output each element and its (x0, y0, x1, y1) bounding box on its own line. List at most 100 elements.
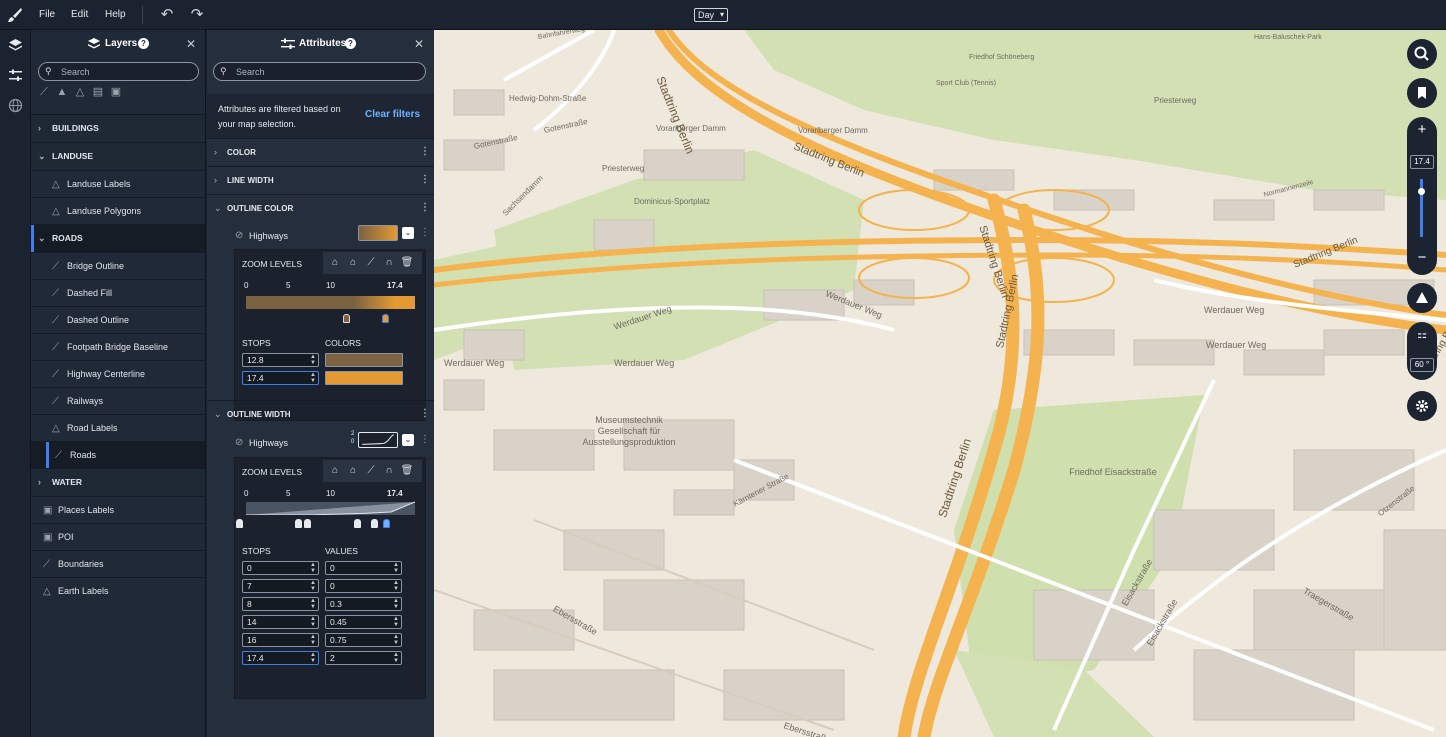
layer-item[interactable]: ⟋ Bridge Outline (31, 252, 205, 279)
stepper-icon[interactable]: ▲ ▼ (310, 372, 316, 384)
map-canvas[interactable]: Stadtring Berlin Stadtring Berlin Stadtrin… (434, 30, 1446, 737)
section-outline-width[interactable]: ⌄ OUTLINE WIDTH ⋮ (207, 400, 434, 428)
zoom-level-input[interactable]: 17.4 (1410, 155, 1434, 169)
zoom-in-button[interactable]: + (1407, 121, 1437, 138)
color-swatch[interactable] (325, 371, 403, 385)
globe-icon[interactable] (8, 98, 23, 113)
stop-input[interactable]: 0 ▲ ▼ (242, 561, 319, 575)
bookmark-button[interactable] (1407, 78, 1437, 108)
layer-item[interactable]: △ Landuse Polygons (31, 197, 205, 224)
stop-pin[interactable] (304, 519, 311, 528)
layer-item[interactable]: ⟋ Railways (31, 387, 205, 414)
kebab-menu-icon[interactable]: ⋮ (420, 174, 430, 185)
style-select[interactable]: Day ▾ (694, 8, 728, 22)
value-input[interactable]: 0.45 ▲ ▼ (325, 615, 402, 629)
step-linear-icon[interactable]: ⌂ (346, 256, 360, 270)
stop-pin-selected[interactable] (382, 314, 389, 323)
value-input[interactable]: 0 ▲ ▼ (325, 579, 402, 593)
width-curve-swatch[interactable] (358, 432, 398, 448)
pitch-icon[interactable]: ⚏ (1407, 328, 1437, 341)
color-ramp-track[interactable] (246, 296, 415, 309)
stop-pin[interactable] (236, 519, 243, 528)
layer-item[interactable]: △ Earth Labels (31, 577, 205, 604)
stop-pin[interactable] (295, 519, 302, 528)
linear-icon[interactable]: ⟋ (364, 256, 378, 270)
step-linear-icon[interactable]: ⌂ (346, 464, 360, 478)
stop-input[interactable]: 12.8 ▲ ▼ (242, 353, 319, 367)
building-icon[interactable]: ▤ (92, 86, 104, 98)
stop-input[interactable]: 7 ▲ ▼ (242, 579, 319, 593)
sliders-icon[interactable] (8, 68, 23, 83)
layer-item[interactable]: ▣ Places Labels (31, 496, 205, 523)
image-icon[interactable]: ▣ (110, 86, 122, 98)
section-line-width[interactable]: › LINE WIDTH ⋮ (207, 166, 434, 194)
stepper-icon[interactable]: ▲ ▼ (393, 616, 399, 628)
layer-item[interactable]: ▣ POI (31, 523, 205, 550)
color-swatch[interactable] (325, 353, 403, 367)
kebab-menu-icon[interactable]: ⋮ (420, 146, 430, 157)
stepper-icon[interactable]: ▲ ▼ (393, 634, 399, 646)
dropdown-toggle[interactable]: ⌄ (402, 227, 414, 239)
layer-item-selected[interactable]: ⟋ Roads (31, 441, 205, 468)
line-icon[interactable]: ⟋ (38, 86, 50, 98)
kebab-menu-icon[interactable]: ⋮ (420, 408, 430, 419)
layers-search-input[interactable]: ⚲ Search (38, 62, 199, 81)
close-icon[interactable]: ✕ (186, 37, 196, 51)
stepper-icon[interactable]: ▲ ▼ (393, 562, 399, 574)
stop-pin-selected[interactable] (383, 519, 390, 528)
trash-icon[interactable]: 🗑 (400, 464, 414, 478)
stepper-icon[interactable]: ▲ ▼ (310, 616, 316, 628)
width-ramp-track[interactable] (246, 500, 415, 515)
stepper-icon[interactable]: ▲ ▼ (393, 652, 399, 664)
section-color[interactable]: › COLOR ⋮ (207, 138, 434, 166)
map-search-button[interactable] (1407, 39, 1437, 69)
help-icon[interactable]: ? (345, 38, 356, 49)
redo-icon[interactable]: ↷ (188, 6, 206, 24)
menu-help[interactable]: Help (105, 9, 126, 20)
stop-input[interactable]: 14 ▲ ▼ (242, 615, 319, 629)
layer-item[interactable]: △ Road Labels (31, 414, 205, 441)
symbol-icon[interactable]: ▲ (56, 86, 68, 98)
close-icon[interactable]: ✕ (414, 37, 424, 51)
stop-input[interactable]: 17.4 ▲ ▼ (242, 371, 319, 385)
dropdown-toggle[interactable]: ⌄ (402, 434, 414, 446)
menu-file[interactable]: File (39, 9, 55, 20)
stepper-icon[interactable]: ▲ ▼ (310, 634, 316, 646)
brush-logo-icon[interactable] (7, 7, 23, 23)
step-icon[interactable]: ⌂ (328, 256, 342, 270)
layer-group-landuse[interactable]: ⌄ LANDUSE (31, 142, 205, 170)
value-input[interactable]: 0.75 ▲ ▼ (325, 633, 402, 647)
stop-input[interactable]: 17.4 ▲ ▼ (242, 651, 319, 665)
value-input[interactable]: 0.3 ▲ ▼ (325, 597, 402, 611)
layer-item[interactable]: ⟋ Dashed Fill (31, 279, 205, 306)
layer-group-roads[interactable]: ⌄ ROADS (31, 224, 205, 252)
stop-pin[interactable] (354, 519, 361, 528)
help-icon[interactable]: ? (138, 38, 149, 49)
stop-pin[interactable] (343, 314, 350, 323)
linear-icon[interactable]: ⟋ (364, 464, 378, 478)
exponential-icon[interactable]: ∩ (382, 464, 396, 478)
layer-item[interactable]: △ Landuse Labels (31, 170, 205, 197)
step-icon[interactable]: ⌂ (328, 464, 342, 478)
attributes-search-input[interactable]: ⚲ Search (213, 62, 426, 81)
layer-group-buildings[interactable]: › BUILDINGS (31, 114, 205, 142)
layer-item[interactable]: ⟋ Footpath Bridge Baseline (31, 333, 205, 360)
compass-button[interactable] (1407, 283, 1437, 313)
undo-icon[interactable]: ↶ (158, 6, 176, 24)
layer-item[interactable]: ⟋ Highway Centerline (31, 360, 205, 387)
stepper-icon[interactable]: ▲ ▼ (393, 598, 399, 610)
kebab-menu-icon[interactable]: ⋮ (420, 202, 430, 213)
stepper-icon[interactable]: ▲ ▼ (310, 652, 316, 664)
layer-group-water[interactable]: › WATER (31, 468, 205, 496)
menu-edit[interactable]: Edit (71, 9, 88, 20)
stepper-icon[interactable]: ▲ ▼ (310, 598, 316, 610)
exponential-icon[interactable]: ∩ (382, 256, 396, 270)
value-input[interactable]: 0 ▲ ▼ (325, 561, 402, 575)
pitch-input[interactable]: 60 ° (1410, 358, 1434, 372)
stop-input[interactable]: 16 ▲ ▼ (242, 633, 319, 647)
kebab-menu-icon[interactable]: ⋮ (420, 227, 430, 238)
fill-icon[interactable]: △ (74, 86, 86, 98)
layer-item[interactable]: ⟋ Boundaries (31, 550, 205, 577)
stepper-icon[interactable]: ▲ ▼ (393, 580, 399, 592)
stop-input[interactable]: 8 ▲ ▼ (242, 597, 319, 611)
